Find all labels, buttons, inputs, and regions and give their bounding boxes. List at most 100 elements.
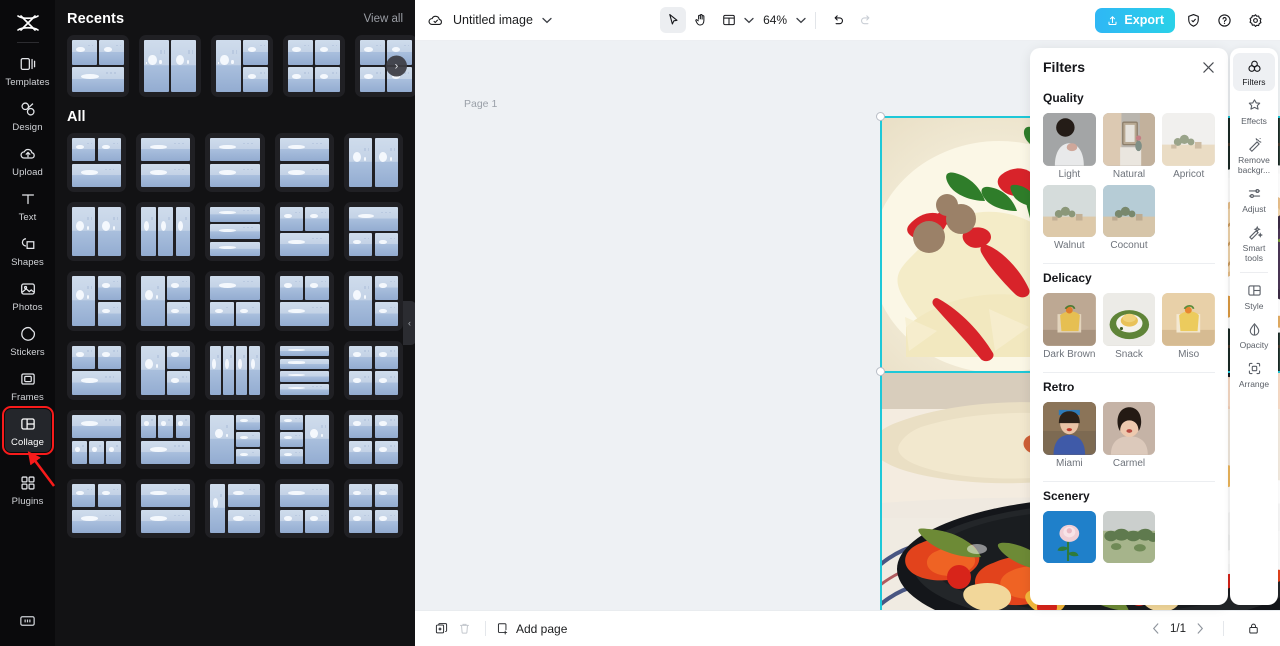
sidebar-item-text[interactable]: Text [5,184,51,227]
filter-preset-item[interactable]: Miso [1162,293,1215,360]
collage-layout-thumbnail[interactable] [343,202,404,262]
collage-layout-thumbnail[interactable] [205,340,265,400]
collage-layout-thumbnail[interactable] [343,271,404,331]
filters-list[interactable]: Quality Light Natural Apricot Walnut Coconut D… [1030,84,1228,605]
collage-layout-thumbnail[interactable] [205,133,265,193]
sidebar-item-templates[interactable]: Templates [5,49,51,92]
collage-layout-thumbnail[interactable] [136,202,196,262]
sidebar-item-design[interactable]: Design [5,94,51,137]
collage-layout-thumbnail[interactable] [274,271,334,331]
filter-preset-item[interactable]: Miami [1043,402,1096,469]
right-rail-item-smart-tools[interactable]: Smart tools [1233,219,1275,267]
resize-handle-mid-left[interactable] [876,367,885,376]
collage-layout-thumbnail[interactable] [274,479,334,539]
collage-layout-thumbnail[interactable] [343,340,404,400]
collage-layout-thumbnail[interactable] [274,202,334,262]
recents-next-arrow[interactable]: › [386,55,407,77]
collage-cell [158,207,174,257]
filter-preset-item[interactable]: Apricot [1162,113,1215,180]
delete-page-button[interactable] [453,617,476,640]
filter-preset-item[interactable]: Carmel [1102,402,1156,469]
collage-layout-thumbnail[interactable] [205,271,265,331]
close-icon[interactable] [1202,61,1215,74]
sidebar-item-plugins[interactable]: Plugins [5,468,51,511]
copy-page-button[interactable] [430,617,453,640]
collage-cell [167,302,191,326]
collage-layout-thumbnail[interactable] [139,35,201,97]
undo-button[interactable] [825,7,851,33]
sidebar-item-photos[interactable]: Photos [5,274,51,317]
collage-layout-thumbnail[interactable] [274,409,334,470]
keyboard-shortcuts-button[interactable] [5,605,51,634]
right-rail-item-remove-backgr[interactable]: Remove backgr... [1233,131,1275,179]
filter-preset-item[interactable]: Coconut [1102,184,1156,251]
collage-layout-thumbnail[interactable] [67,271,127,331]
chevron-down-icon[interactable] [542,17,552,24]
right-rail-item-filters[interactable]: Filters [1233,53,1275,91]
filter-preset-item[interactable]: Light [1043,113,1096,180]
collage-layout-thumbnail[interactable] [343,409,404,470]
sidebar-item-frames[interactable]: Frames [5,364,51,407]
right-rail-item-opacity[interactable]: Opacity [1233,316,1275,354]
filter-preset-item[interactable]: Walnut [1043,184,1096,252]
design-icon [18,99,38,119]
collage-layout-thumbnail[interactable] [67,35,129,97]
shield-check-button[interactable] [1180,7,1206,33]
right-rail-item-adjust[interactable]: Adjust [1233,180,1275,218]
collage-layout-thumbnail[interactable] [136,271,196,331]
collage-layout-thumbnail[interactable] [283,35,345,97]
collage-cell [97,276,122,300]
view-all-link[interactable]: View all [364,13,403,25]
collage-layout-thumbnail[interactable] [136,409,196,470]
right-rail-item-effects[interactable]: Effects [1233,92,1275,130]
filters-panel-header: Filters [1030,48,1228,84]
right-rail-item-arrange[interactable]: Arrange [1233,355,1275,393]
collage-layout-thumbnail[interactable] [67,340,127,400]
filter-preset-label: Dark Brown [1043,349,1096,360]
collage-cell [210,163,260,188]
zoom-level-value[interactable]: 64% [763,13,787,27]
sidebar-item-collage[interactable]: Collage [1,406,54,455]
hand-pan-button[interactable] [688,7,714,33]
export-button[interactable]: Export [1095,7,1175,33]
collage-layout-thumbnail[interactable] [67,202,127,262]
select-tool-button[interactable] [660,7,687,33]
collage-layout-thumbnail[interactable] [67,133,127,193]
layout-grid-button[interactable] [716,7,742,33]
redo-button[interactable] [853,7,879,33]
help-button[interactable] [1211,7,1237,33]
collage-layout-thumbnail[interactable] [211,35,273,97]
filter-preset-item[interactable]: Natural [1102,113,1156,180]
sidebar-item-shapes[interactable]: Shapes [5,229,51,272]
filter-preset-item[interactable] [1043,510,1096,564]
collage-layout-thumbnail[interactable] [136,340,196,400]
layout-chevron-down-icon[interactable] [744,17,754,24]
collage-layout-thumbnail[interactable] [67,479,127,539]
collage-layout-thumbnail[interactable] [343,133,404,193]
document-title[interactable]: Untitled image [453,13,533,27]
resize-handle-top-left[interactable] [876,112,885,121]
sidebar-item-upload[interactable]: Upload [5,139,51,182]
lock-button[interactable] [1242,617,1265,640]
panel-collapse-handle[interactable]: ‹ [403,301,415,345]
collage-layout-thumbnail[interactable] [205,479,265,539]
collage-layout-thumbnail[interactable] [136,479,196,539]
filter-preset-item[interactable] [1102,510,1156,564]
collage-layout-thumbnail[interactable] [274,133,334,193]
filter-preset-item[interactable]: Dark Brown [1043,293,1096,360]
sidebar-item-stickers[interactable]: Stickers [5,319,51,362]
collage-layout-thumbnail[interactable] [343,479,404,539]
settings-gear-button[interactable] [1242,7,1268,33]
zoom-chevron-down-icon[interactable] [796,17,806,24]
next-page-button[interactable] [1195,623,1205,634]
collage-layout-thumbnail[interactable] [274,340,334,400]
add-page-button[interactable]: Add page [495,621,567,636]
prev-page-button[interactable] [1151,623,1161,634]
collage-layout-thumbnail[interactable] [205,202,265,262]
collage-layout-thumbnail[interactable] [205,409,265,470]
filter-preset-item[interactable]: Snack [1102,293,1156,360]
collage-layout-thumbnail[interactable] [67,409,127,470]
app-logo[interactable] [10,8,46,38]
right-rail-item-style[interactable]: Style [1233,277,1275,315]
collage-layout-thumbnail[interactable] [136,133,196,193]
